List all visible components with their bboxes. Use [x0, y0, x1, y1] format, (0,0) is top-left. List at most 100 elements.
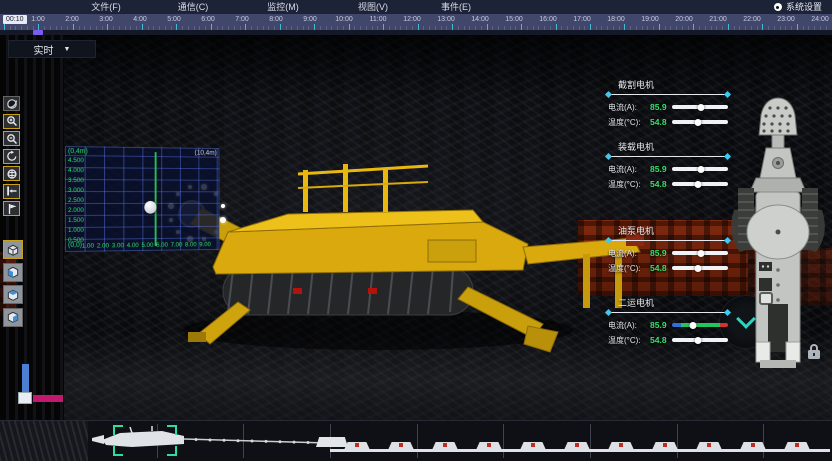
tool-zoom-in[interactable]	[3, 114, 20, 129]
bottom-strip[interactable]	[0, 420, 832, 461]
rotate-icon	[6, 150, 18, 162]
divider-dot	[605, 153, 612, 160]
motor-panel-2: 装载电机电流(A):85.9温度(°C):54.8	[606, 142, 730, 193]
motor-panel-title: 装载电机	[606, 142, 730, 152]
motor-row-slider[interactable]	[672, 105, 728, 109]
divider-dot	[605, 237, 612, 244]
realtime-dropdown[interactable]: 实时 ▼	[8, 40, 96, 58]
platform-marker	[355, 443, 359, 447]
menu-item-comm[interactable]: 通信(C)	[178, 1, 209, 13]
timeline-position-marker[interactable]	[33, 30, 43, 35]
grid-y-label: 3.500	[68, 177, 84, 184]
motor-row-value: 85.9	[650, 320, 667, 330]
motor-data-row: 温度(°C):54.8	[606, 334, 730, 348]
conveyor-platform	[388, 442, 414, 450]
conveyor-platform	[740, 442, 766, 450]
menu-bar: 文件(F) 通信(C) 监控(M) 视图(V) 事件(E) 系统设置	[0, 0, 832, 14]
panel-divider	[608, 94, 728, 95]
panel-divider	[608, 312, 728, 313]
motor-row-slider[interactable]	[672, 266, 728, 270]
menu-item-view[interactable]: 视图(V)	[358, 1, 388, 13]
motor-row-slider[interactable]	[672, 120, 728, 124]
platform-marker	[487, 443, 491, 447]
timeline-hour-label: 2:00	[65, 15, 79, 24]
motor-panel-title: 油泵电机	[606, 226, 730, 236]
cube-iso-icon	[6, 310, 20, 324]
platform-marker	[399, 443, 403, 447]
timeline-hour-label: 23:00	[777, 15, 795, 24]
platform-marker	[707, 443, 711, 447]
tool-rotate[interactable]	[3, 149, 20, 164]
tool-dock-left[interactable]	[3, 184, 20, 199]
grid-x-label: 5.00	[141, 242, 153, 249]
tool-zoom-out[interactable]	[3, 131, 20, 146]
current-time-badge: 00:10	[3, 15, 27, 24]
motor-row-value: 54.8	[650, 179, 667, 189]
axis-gizmo	[0, 360, 80, 420]
timeline-hour-label: 20:00	[675, 15, 693, 24]
timeline-hour-label: 17:00	[573, 15, 591, 24]
platform-marker	[619, 443, 623, 447]
divider-dot	[605, 91, 612, 98]
timeline-hour-label: 1:00	[31, 15, 45, 24]
cube-solid-icon	[6, 243, 20, 257]
timeline-hour-label: 19:00	[641, 15, 659, 24]
panel-divider	[608, 240, 728, 241]
tool-cube-solid[interactable]	[3, 240, 23, 259]
motor-row-slider[interactable]	[672, 338, 728, 342]
slider-knob[interactable]	[694, 181, 701, 188]
menu-item-monitor[interactable]: 监控(M)	[267, 1, 299, 13]
grid-y-label: 4.000	[68, 167, 84, 174]
slider-knob[interactable]	[698, 166, 705, 173]
timeline-substrip	[0, 30, 832, 35]
grid-target-ball[interactable]	[144, 201, 156, 214]
tool-orbit[interactable]	[3, 96, 20, 111]
timeline-hour-label: 14:00	[471, 15, 489, 24]
slider-knob[interactable]	[694, 337, 701, 344]
conveyor-platform	[344, 442, 370, 450]
slider-knob[interactable]	[694, 119, 701, 126]
dock-left-icon	[6, 185, 18, 197]
globe-icon	[6, 168, 18, 180]
motor-data-row: 电流(A): 85.9	[606, 319, 730, 333]
conveyor-platform	[652, 442, 678, 450]
timeline-hour-label: 3:00	[99, 15, 113, 24]
slider-knob[interactable]	[690, 322, 697, 329]
motor-row-label: 电流(A):	[608, 164, 637, 175]
cube-front-icon	[6, 265, 20, 279]
motor-row-slider[interactable]	[672, 323, 728, 327]
selection-bracket[interactable]	[113, 425, 177, 456]
motor-row-slider[interactable]	[672, 182, 728, 186]
motor-row-label: 温度(°C):	[608, 263, 641, 274]
divider-dot	[724, 237, 731, 244]
lock-icon[interactable]	[806, 344, 822, 360]
platform-marker	[443, 443, 447, 447]
conveyor-platform	[564, 442, 590, 450]
conveyor-platform	[784, 442, 810, 450]
motor-row-label: 电流(A):	[608, 320, 637, 331]
tool-cube-iso[interactable]	[3, 308, 23, 327]
motor-row-slider[interactable]	[672, 251, 728, 255]
machine-top-view	[726, 92, 830, 368]
menu-item-file[interactable]: 文件(F)	[91, 1, 121, 13]
divider-dot	[724, 153, 731, 160]
slider-knob[interactable]	[694, 265, 701, 272]
menu-item-event[interactable]: 事件(E)	[441, 1, 471, 13]
conveyor-platform	[696, 442, 722, 450]
platform-marker	[575, 443, 579, 447]
tool-flag[interactable]	[3, 201, 20, 216]
tool-cube-front[interactable]	[3, 263, 23, 282]
tool-globe[interactable]	[3, 166, 20, 181]
tool-cube-top[interactable]	[3, 285, 23, 304]
system-settings-button[interactable]: 系统设置	[774, 1, 822, 13]
motor-data-row: 温度(°C):54.8	[606, 262, 730, 276]
divider-dot	[724, 309, 731, 316]
slider-knob[interactable]	[698, 104, 705, 111]
timeline-ruler[interactable]: 00:10 1:002:003:004:005:006:007:008:009:…	[0, 14, 832, 30]
motor-row-label: 温度(°C):	[608, 179, 641, 190]
timeline-hour-label: 7:00	[235, 15, 249, 24]
chevron-down-icon: ▼	[64, 46, 71, 53]
motor-row-slider[interactable]	[672, 167, 728, 171]
platform-marker	[751, 443, 755, 447]
slider-knob[interactable]	[698, 250, 705, 257]
